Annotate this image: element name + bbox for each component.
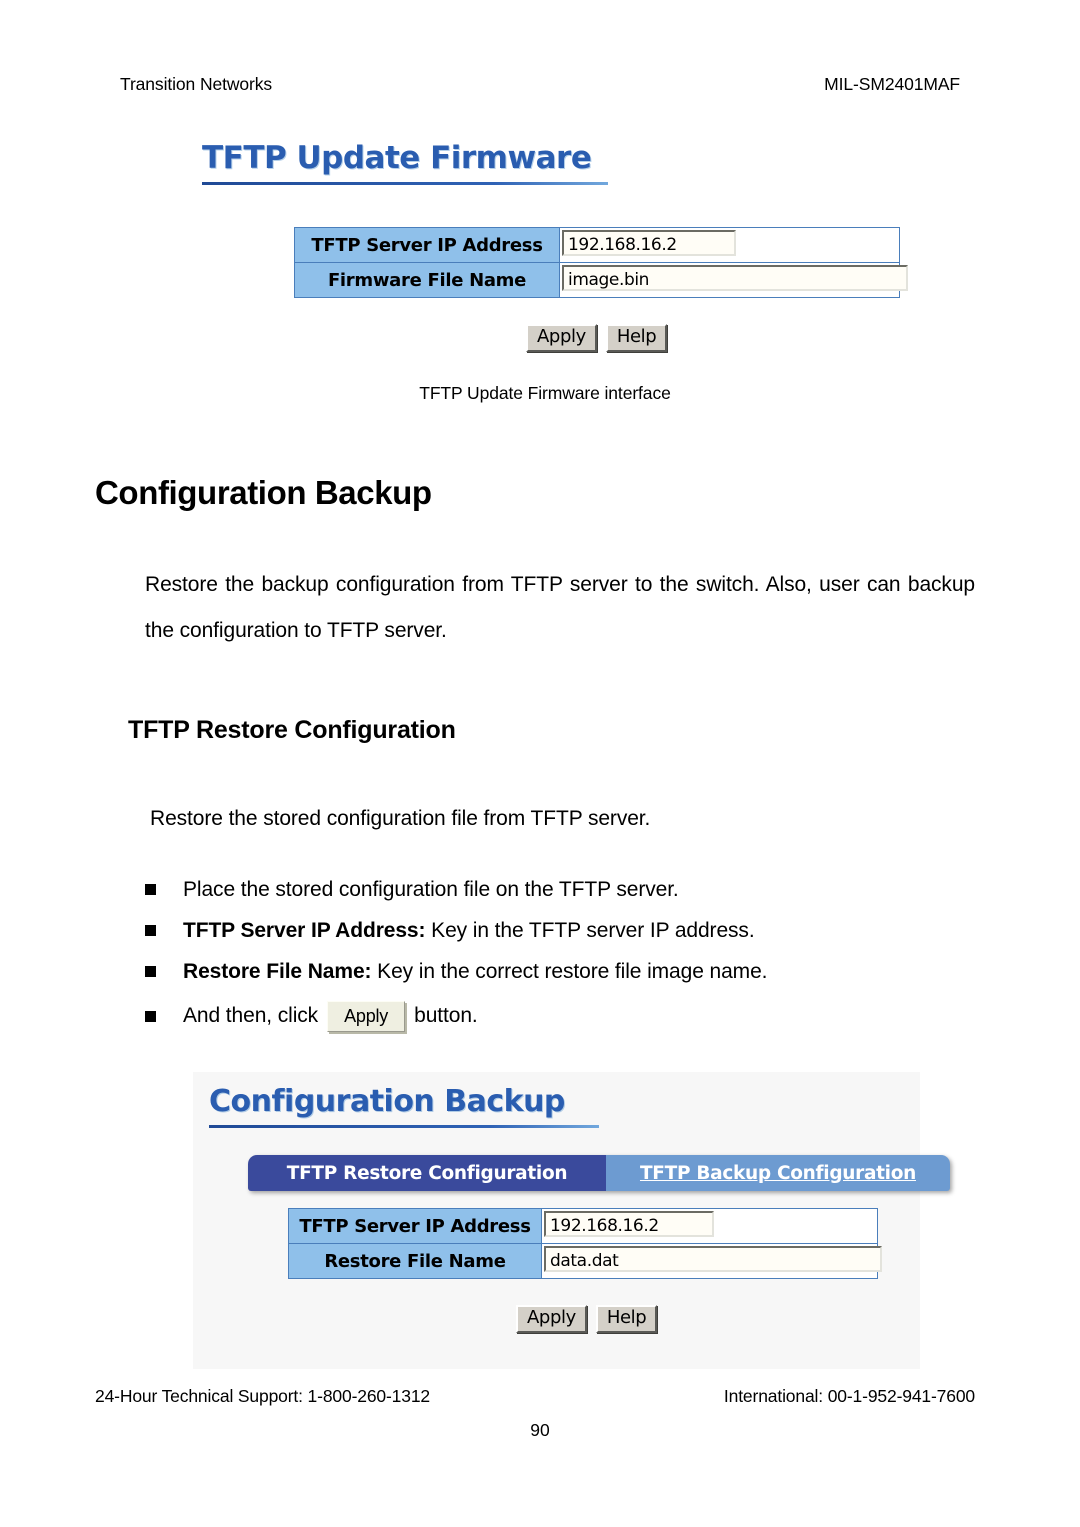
firmware-server-ip-input[interactable]: 192.168.16.2: [562, 229, 736, 256]
backup-tab-bar: TFTP Restore Configuration TFTP Backup C…: [248, 1155, 950, 1191]
page-number: 90: [530, 1420, 550, 1440]
bullet-text-3: Restore File Name: Key in the correct re…: [183, 960, 767, 984]
header-company-name: Transition Networks: [120, 74, 273, 94]
square-bullet-icon: [145, 966, 183, 977]
inline-apply-button[interactable]: Apply: [327, 1000, 406, 1032]
configuration-backup-screenshot: Configuration Backup TFTP Restore Config…: [193, 1072, 950, 1369]
bullet-click-prefix: And then, click: [183, 1003, 319, 1027]
firmware-file-name-input[interactable]: image.bin: [562, 264, 908, 291]
backup-title-underline: [209, 1125, 599, 1128]
backup-button-row: Apply Help: [516, 1305, 658, 1333]
firmware-panel-title: TFTP Update Firmware: [202, 140, 592, 176]
backup-restore-file-input[interactable]: data.dat: [544, 1245, 882, 1272]
document-page: Transition Networks MIL-SM2401MAF TFTP U…: [0, 0, 1080, 1527]
backup-apply-button[interactable]: Apply: [516, 1305, 587, 1333]
table-row: Restore File Name data.dat: [288, 1243, 882, 1279]
footer-international-phone: International: 00-1-952-941-7600: [723, 1386, 975, 1406]
backup-restore-file-cell: data.dat: [541, 1243, 882, 1279]
bullet-normal-1: Place the stored configuration file on t…: [183, 877, 679, 901]
square-bullet-icon: [145, 1010, 183, 1022]
tab-tftp-backup-configuration[interactable]: TFTP Backup Configuration: [606, 1155, 950, 1191]
bullet-normal-3: Key in the correct restore file image na…: [371, 959, 768, 983]
firmware-file-name-cell: image.bin: [559, 262, 908, 298]
footer-support-phone: 24-Hour Technical Support: 1-800-260-131…: [95, 1386, 430, 1406]
bullet-list: Place the stored configuration file on t…: [145, 869, 975, 1040]
firmware-server-ip-label: TFTP Server IP Address: [294, 227, 560, 263]
table-row: Firmware File Name image.bin: [294, 262, 908, 298]
figure-caption-firmware: TFTP Update Firmware interface: [419, 383, 671, 403]
firmware-title-underline: [202, 182, 608, 185]
tftp-update-firmware-screenshot: TFTP Update Firmware TFTP Server IP Addr…: [190, 128, 910, 368]
header-model-number: MIL-SM2401MAF: [824, 74, 960, 94]
firmware-server-ip-cell: 192.168.16.2: [559, 227, 900, 263]
list-item: Place the stored configuration file on t…: [145, 869, 975, 910]
subsection-paragraph: Restore the stored configuration file fr…: [150, 807, 651, 830]
tab-restore-label: TFTP Restore Configuration: [286, 1162, 568, 1184]
backup-server-ip-input[interactable]: 192.168.16.2: [544, 1210, 714, 1237]
bullet-click-suffix: button.: [414, 1003, 478, 1027]
bullet-bold-3: Restore File Name:: [183, 959, 372, 983]
backup-help-button[interactable]: Help: [595, 1305, 658, 1333]
square-bullet-icon: [145, 925, 183, 936]
page-running-footer: 24-Hour Technical Support: 1-800-260-131…: [95, 1386, 975, 1407]
page-title: Configuration Backup: [95, 474, 432, 511]
subsection-heading: TFTP Restore Configuration: [128, 716, 456, 744]
list-item: TFTP Server IP Address: Key in the TFTP …: [145, 910, 975, 951]
backup-server-ip-label: TFTP Server IP Address: [288, 1208, 542, 1244]
firmware-form-table: TFTP Server IP Address 192.168.16.2 Firm…: [294, 227, 908, 298]
tab-backup-label: TFTP Backup Configuration: [639, 1162, 917, 1184]
tab-tftp-restore-configuration[interactable]: TFTP Restore Configuration: [248, 1155, 606, 1191]
list-item: And then, click Apply button.: [145, 992, 975, 1040]
bullet-text-4: And then, click Apply button.: [183, 1000, 478, 1032]
firmware-button-row: Apply Help: [526, 324, 668, 352]
square-bullet-icon: [145, 884, 183, 895]
page-running-header: Transition Networks MIL-SM2401MAF: [120, 74, 960, 95]
backup-restore-file-label: Restore File Name: [288, 1243, 542, 1279]
bullet-text-1: Place the stored configuration file on t…: [183, 878, 679, 902]
backup-panel-title: Configuration Backup: [209, 1084, 565, 1119]
backup-form-table: TFTP Server IP Address 192.168.16.2 Rest…: [288, 1208, 882, 1279]
table-row: TFTP Server IP Address 192.168.16.2: [294, 227, 900, 263]
intro-paragraph: Restore the backup configuration from TF…: [145, 573, 975, 642]
backup-server-ip-cell: 192.168.16.2: [541, 1208, 878, 1244]
firmware-file-name-label: Firmware File Name: [294, 262, 560, 298]
bullet-bold-2: TFTP Server IP Address:: [183, 918, 426, 942]
firmware-apply-button[interactable]: Apply: [526, 324, 597, 352]
bullet-normal-2: Key in the TFTP server IP address.: [425, 918, 755, 942]
firmware-help-button[interactable]: Help: [605, 324, 668, 352]
table-row: TFTP Server IP Address 192.168.16.2: [288, 1208, 878, 1244]
bullet-text-2: TFTP Server IP Address: Key in the TFTP …: [183, 919, 755, 943]
list-item: Restore File Name: Key in the correct re…: [145, 951, 975, 992]
